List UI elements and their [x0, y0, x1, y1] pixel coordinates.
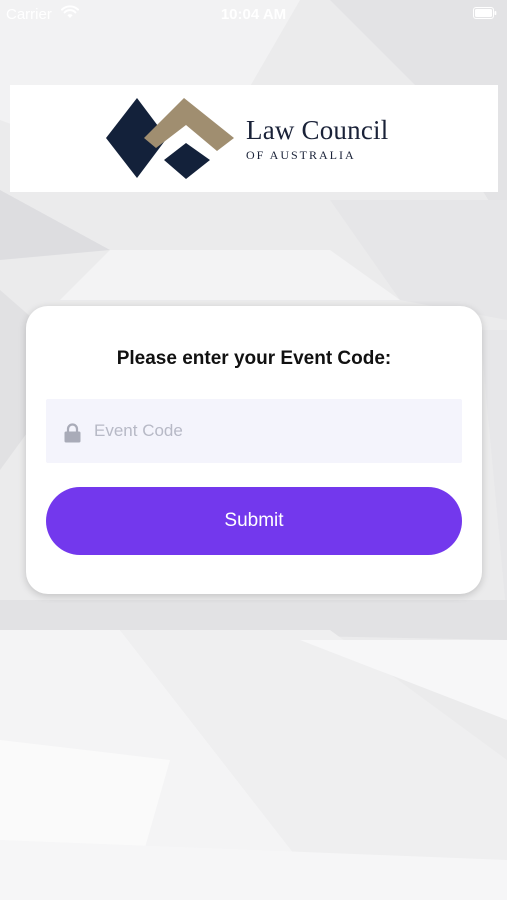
logo-title: Law Council: [246, 115, 389, 145]
logo-banner: Law Council OF AUSTRALIA: [10, 85, 498, 192]
event-code-card: Please enter your Event Code: Submit: [26, 306, 482, 594]
status-time: 10:04 AM: [220, 6, 287, 23]
event-code-input[interactable]: [94, 399, 454, 463]
law-council-logo-icon: [106, 98, 234, 179]
event-code-field[interactable]: [46, 399, 462, 463]
status-bar: Carrier 10:04 AM: [0, 0, 507, 28]
lock-icon: [64, 423, 81, 443]
logo-subtitle: OF AUSTRALIA: [246, 148, 356, 162]
card-heading: Please enter your Event Code:: [116, 348, 392, 369]
battery-icon: [473, 7, 497, 19]
submit-button[interactable]: Submit: [46, 487, 462, 555]
